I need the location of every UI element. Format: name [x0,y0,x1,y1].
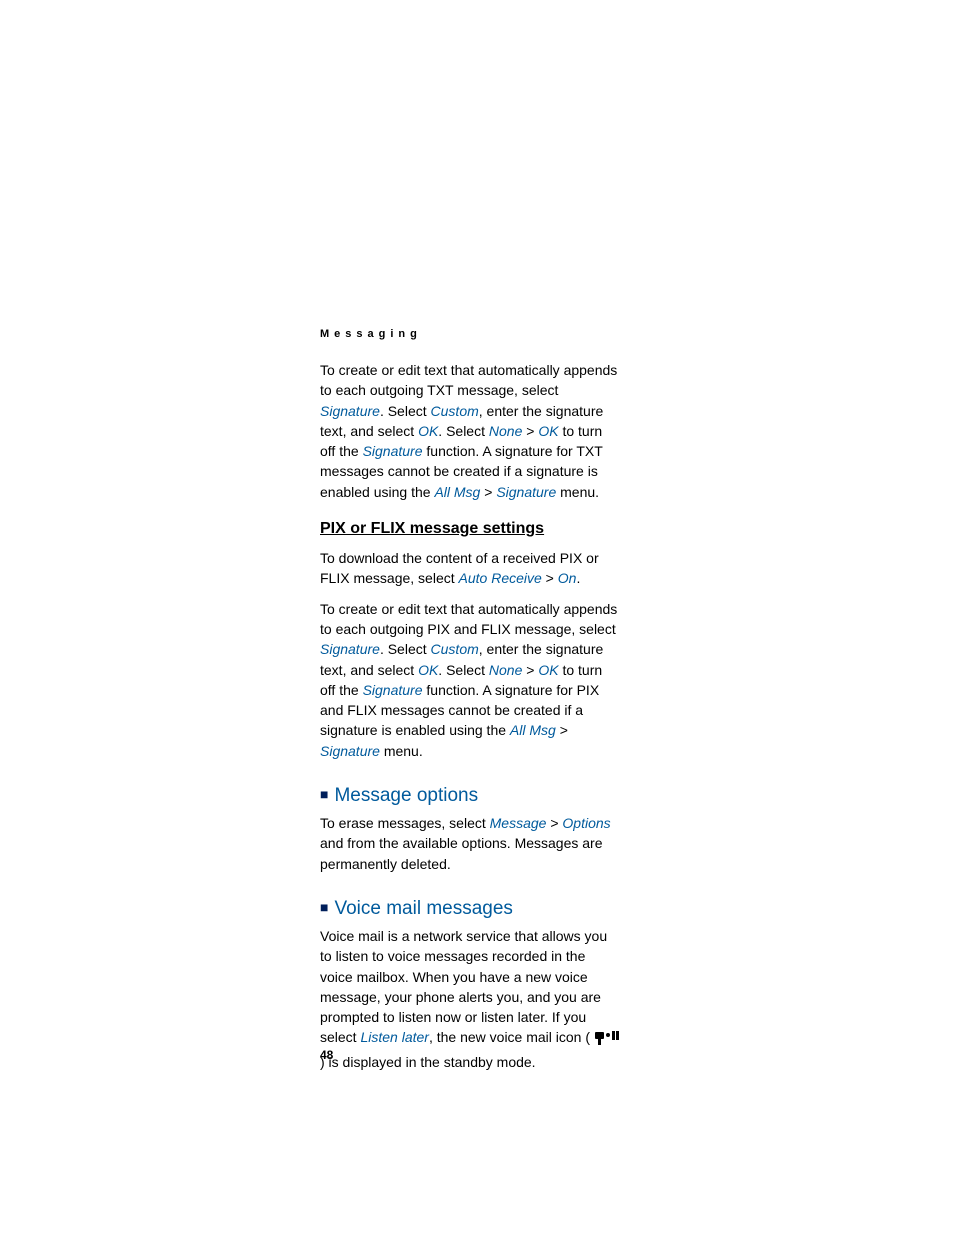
link-auto-receive[interactable]: Auto Receive [459,570,542,586]
text: > [522,423,538,439]
link-ok[interactable]: OK [418,423,438,439]
section-title: Message options [334,785,478,806]
link-signature[interactable]: Signature [363,682,423,698]
link-signature[interactable]: Signature [496,484,556,500]
link-ok[interactable]: OK [418,662,438,678]
text: > [522,662,538,678]
link-listen-later[interactable]: Listen later [360,1029,428,1045]
link-options[interactable]: Options [562,815,610,831]
link-on[interactable]: On [558,570,577,586]
text: ) is displayed in the standby mode. [320,1054,536,1070]
text: . [576,570,580,586]
section-heading-message-options: ■ Message options [320,785,904,807]
link-all-msg[interactable]: All Msg [510,722,556,738]
square-bullet-icon: ■ [320,786,328,802]
section-heading-voice-mail: ■ Voice mail messages [320,898,904,920]
text: and from the available options. Messages… [320,835,603,871]
paragraph-voice-mail: Voice mail is a network service that all… [320,926,620,1072]
text: . Select [438,662,489,678]
link-message[interactable]: Message [490,815,547,831]
paragraph-txt-signature: To create or edit text that automaticall… [320,360,620,502]
text: To create or edit text that automaticall… [320,362,617,398]
link-signature[interactable]: Signature [363,443,423,459]
paragraph-message-options: To erase messages, select Message > Opti… [320,813,620,874]
link-signature[interactable]: Signature [320,743,380,759]
text: > [546,815,562,831]
text: menu. [380,743,423,759]
text: . Select [380,403,431,419]
link-none[interactable]: None [489,662,522,678]
paragraph-auto-receive: To download the content of a received PI… [320,548,620,589]
page-number: 48 [320,1048,333,1062]
link-custom[interactable]: Custom [431,403,479,419]
section-title: Voice mail messages [334,898,512,919]
link-custom[interactable]: Custom [431,641,479,657]
link-ok[interactable]: OK [538,423,558,439]
voicemail-icon [594,1030,620,1051]
text: Voice mail is a network service that all… [320,928,607,1045]
text: To erase messages, select [320,815,490,831]
text: . Select [438,423,489,439]
text: menu. [556,484,599,500]
text: To create or edit text that automaticall… [320,601,617,637]
text: . Select [380,641,431,657]
text: > [480,484,496,500]
square-bullet-icon: ■ [320,899,328,915]
link-all-msg[interactable]: All Msg [434,484,480,500]
text: > [556,722,568,738]
link-signature[interactable]: Signature [320,403,380,419]
link-ok[interactable]: OK [538,662,558,678]
link-none[interactable]: None [489,423,522,439]
paragraph-pix-flix-signature: To create or edit text that automaticall… [320,599,620,761]
text: > [542,570,558,586]
subheading-pix-flix-settings: PIX or FLIX message settings [320,520,904,538]
link-signature[interactable]: Signature [320,641,380,657]
text: , the new voice mail icon ( [429,1029,590,1045]
running-head: Messaging [320,328,904,340]
